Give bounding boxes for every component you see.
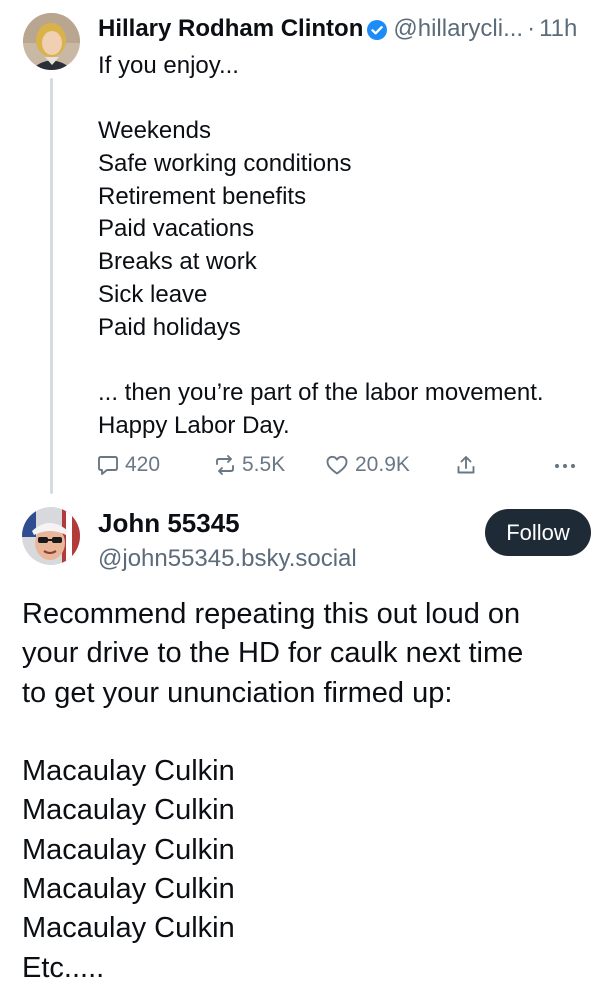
share-icon [455, 454, 477, 476]
post-text-line: Paid vacations [98, 215, 255, 243]
author-name[interactable]: Hillary Rodham Clinton [98, 15, 363, 43]
post-timestamp[interactable]: 11h [539, 15, 577, 43]
post-text-line: Safe working conditions [98, 150, 352, 178]
more-options-icon [553, 454, 577, 476]
share-button[interactable] [455, 448, 477, 482]
post-text-line: Happy Labor Day. [98, 411, 290, 439]
author-handle[interactable]: @hillarycli... [393, 15, 523, 43]
post-text-line: Recommend repeating this out loud on [22, 598, 521, 630]
reply-button[interactable]: 420 [97, 448, 160, 482]
post-text-line: Macaulay Culkin [22, 794, 235, 827]
repost-icon [214, 454, 236, 476]
follow-button[interactable]: Follow [485, 509, 591, 556]
post-text-line: Retirement benefits [98, 182, 307, 210]
post-text-line: Paid holidays [98, 313, 241, 341]
post-text-line [98, 344, 598, 377]
post-header: Hillary Rodham Clinton @hillarycli... · … [98, 12, 603, 46]
post-text-line: Weekends [98, 117, 211, 145]
author-name[interactable]: John 55345 [98, 508, 240, 539]
like-icon [325, 454, 349, 476]
parent-post[interactable]: Hillary Rodham Clinton @hillarycli... · … [0, 0, 613, 495]
verified-badge-icon [367, 19, 388, 40]
post-thread-view: Hillary Rodham Clinton @hillarycli... · … [0, 0, 613, 1000]
more-options-button[interactable] [553, 448, 577, 482]
like-count: 20.9K [355, 453, 410, 476]
post-text-line: ... then you’re part of the labor moveme… [98, 378, 544, 406]
reply-post-text: Recommend repeating this out loud on you… [22, 595, 597, 988]
post-text-line: Macaulay Culkin [22, 912, 235, 945]
avatar[interactable] [22, 507, 80, 565]
post-text-line: Breaks at work [98, 248, 257, 276]
avatar[interactable] [23, 13, 80, 70]
post-text-line [98, 83, 598, 116]
post-text-line: to get your ununciation firmed up: [22, 676, 453, 709]
author-handle[interactable]: @john55345.bsky.social [98, 545, 357, 573]
like-button[interactable]: 20.9K [325, 448, 410, 482]
repost-button[interactable]: 5.5K [214, 448, 285, 482]
post-text-line: your drive to the HD for caulk next time [22, 637, 524, 670]
thread-connector-line [50, 78, 53, 494]
post-text-line [22, 713, 597, 752]
post-text-line: Macaulay Culkin [22, 833, 235, 866]
post-text-line: Etc..... [22, 951, 105, 984]
repost-count: 5.5K [242, 453, 286, 476]
reply-count: 420 [125, 453, 161, 476]
post-action-bar: 420 5.5K 20.9K [97, 448, 587, 482]
post-text-line: If you enjoy... [98, 52, 239, 79]
post-text: If you enjoy... Weekends Safe working co… [98, 50, 598, 442]
separator-dot: · [527, 15, 536, 42]
post-text-line: Macaulay Culkin [22, 755, 235, 788]
post-text-line: Macaulay Culkin [22, 873, 235, 906]
reply-icon [97, 454, 119, 476]
post-text-line: Sick leave [98, 280, 208, 308]
